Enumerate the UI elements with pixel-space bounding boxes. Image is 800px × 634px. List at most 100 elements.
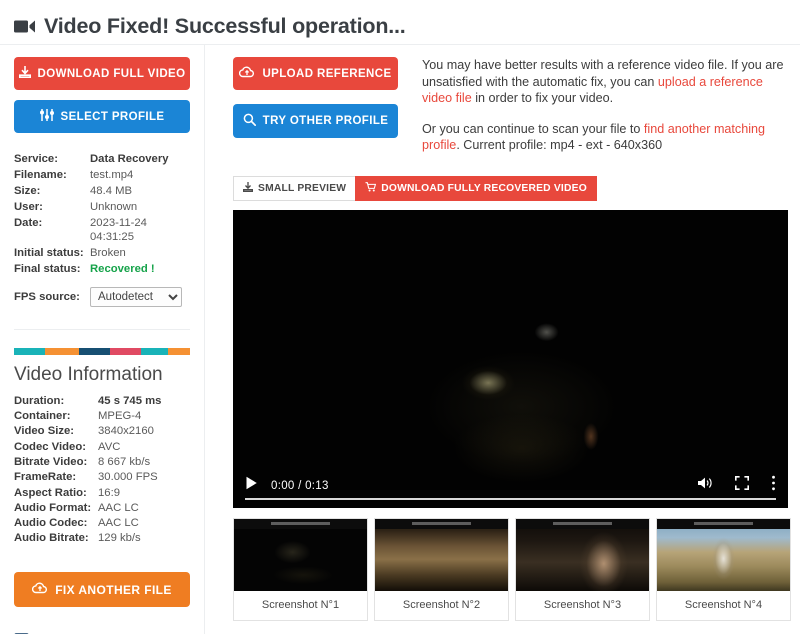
info-row-user: User: Unknown <box>14 201 190 215</box>
download-full-video-label: DOWNLOAD FULL VIDEO <box>37 67 186 80</box>
vi-value: AVC <box>98 440 121 453</box>
vi-value: 8 667 kb/s <box>98 455 151 468</box>
info-row-service: Service: Data Recovery <box>14 153 190 167</box>
video-progress-bar[interactable] <box>245 497 776 500</box>
fix-another-file-label: FIX ANOTHER FILE <box>55 582 172 597</box>
vi-row-bitrate-video: Bitrate Video: 8 667 kb/s <box>14 456 190 470</box>
search-icon <box>243 113 263 129</box>
fix-another-file-wrap: FIX ANOTHER FILE <box>14 572 190 608</box>
fullscreen-icon[interactable] <box>735 476 749 495</box>
notice-paragraph-1: You may have better results with a refer… <box>422 57 794 107</box>
fps-source-select[interactable]: Autodetect <box>90 286 182 307</box>
select-profile-label: SELECT PROFILE <box>60 110 165 123</box>
fps-source-label: FPS source: <box>14 291 80 304</box>
try-other-profile-label: TRY OTHER PROFILE <box>262 115 389 127</box>
sliders-icon <box>39 109 61 124</box>
info-value: 2023-11-24 04:31:25 <box>90 217 147 243</box>
vi-value: 3840x2160 <box>98 425 154 438</box>
vi-row-audio-format: Audio Format: AAC LC <box>14 502 190 516</box>
volume-icon[interactable] <box>697 476 713 495</box>
cloud-upload-icon <box>32 582 55 597</box>
thumbnail-caption-band <box>234 518 367 529</box>
info-row-final-status: Final status: Recovered ! <box>14 263 190 277</box>
select-profile-button[interactable]: SELECT PROFILE <box>14 100 190 133</box>
thumbnail-image <box>375 518 508 591</box>
vi-value: MPEG-4 <box>98 410 142 423</box>
play-icon[interactable] <box>245 476 258 495</box>
thumbnail-caption: Screenshot N°2 <box>402 598 481 611</box>
info-value: test.mp4 <box>90 169 134 182</box>
download-icon <box>243 181 258 195</box>
notice-p2-text2: . Current profile: mp4 - ext - 640x360 <box>456 138 663 152</box>
vi-key: Aspect Ratio: <box>14 486 87 499</box>
sidebar-divider <box>14 328 190 330</box>
vi-value: 45 s 745 ms <box>98 394 162 407</box>
thumbnail-item[interactable]: Screenshot N°1 <box>233 517 368 621</box>
controls-left: 0:00 / 0:13 <box>245 476 329 495</box>
thumbnail-image <box>516 518 649 591</box>
info-value: 48.4 MB <box>90 185 133 198</box>
vi-key: Video Size: <box>14 425 75 438</box>
video-information-list: Duration: 45 s 745 ms Container: MPEG-4 … <box>14 395 190 546</box>
upload-reference-label: UPLOAD REFERENCE <box>262 67 392 80</box>
vi-key: Container: <box>14 410 71 423</box>
thumbnail-item[interactable]: Screenshot N°2 <box>374 517 509 621</box>
info-key: Initial status: <box>14 247 84 260</box>
vi-row-codec-video: Codec Video: AVC <box>14 441 190 455</box>
info-key: Date: <box>14 217 43 230</box>
cart-icon <box>365 181 381 195</box>
sidebar: DOWNLOAD FULL VIDEO SELECT PROFILE Servi… <box>0 45 205 634</box>
video-camera-icon <box>14 19 36 34</box>
vi-value: 129 kb/s <box>98 532 141 545</box>
vi-key: Audio Bitrate: <box>14 532 89 545</box>
thumbnail-caption: Screenshot N°3 <box>543 598 622 611</box>
video-player[interactable]: 0:00 / 0:13 <box>233 209 788 508</box>
decorative-color-bar <box>14 347 190 355</box>
info-key: Size: <box>14 185 41 198</box>
download-icon <box>18 66 38 81</box>
fix-another-file-button[interactable]: FIX ANOTHER FILE <box>14 572 190 608</box>
main-panel: UPLOAD REFERENCE TRY OTHER PROFILE You m… <box>205 45 800 634</box>
vi-row-aspect-ratio: Aspect Ratio: 16:9 <box>14 487 190 501</box>
thumbnail-caption: Screenshot N°4 <box>684 598 763 611</box>
thumbnail-item[interactable]: Screenshot N°3 <box>515 517 650 621</box>
service-info-list: Service: Data Recovery Filename: test.mp… <box>14 153 190 307</box>
thumbnail-caption-band <box>657 518 790 529</box>
try-other-profile-button[interactable]: TRY OTHER PROFILE <box>233 104 398 138</box>
reference-notice: You may have better results with a refer… <box>422 57 794 154</box>
thumbnail-item[interactable]: Screenshot N°4 <box>656 517 791 621</box>
download-full-video-button[interactable]: DOWNLOAD FULL VIDEO <box>14 57 190 90</box>
vi-key: Codec Video: <box>14 440 86 453</box>
upload-reference-button[interactable]: UPLOAD REFERENCE <box>233 57 398 90</box>
thumbnail-caption-band <box>516 518 649 529</box>
download-recovered-label: DOWNLOAD FULLY RECOVERED VIDEO <box>381 182 587 194</box>
vi-key: Audio Codec: <box>14 517 88 530</box>
info-row-date: Date: 2023-11-24 04:31:25 <box>14 217 190 244</box>
vi-value: AAC LC <box>98 517 139 530</box>
video-information-title: Video Information <box>14 363 163 385</box>
vi-key: Audio Format: <box>14 501 92 514</box>
vi-row-duration: Duration: 45 s 745 ms <box>14 395 190 409</box>
vi-value: 16:9 <box>98 486 120 499</box>
download-recovered-button[interactable]: DOWNLOAD FULLY RECOVERED VIDEO <box>355 175 597 201</box>
vi-row-framerate: FrameRate: 30.000 FPS <box>14 471 190 485</box>
info-value: Unknown <box>90 201 138 214</box>
thumbnail-caption: Screenshot N°1 <box>261 598 340 611</box>
info-key: User: <box>14 201 43 214</box>
vi-value: 30.000 FPS <box>98 471 158 484</box>
info-key: Final status: <box>14 263 81 276</box>
vi-row-audio-bitrate: Audio Bitrate: 129 kb/s <box>14 532 190 546</box>
vi-key: FrameRate: <box>14 471 77 484</box>
app-root: Video Fixed! Successful operation... DOW… <box>0 0 800 634</box>
notice-p2-text1: Or you can continue to scan your file to <box>422 121 644 136</box>
small-preview-button[interactable]: SMALL PREVIEW <box>233 175 356 201</box>
info-row-initial-status: Initial status: Broken <box>14 247 190 261</box>
info-row-size: Size: 48.4 MB <box>14 185 190 199</box>
vi-row-audio-codec: Audio Codec: AAC LC <box>14 517 190 531</box>
top-actions: UPLOAD REFERENCE TRY OTHER PROFILE <box>233 57 398 154</box>
info-value: Broken <box>90 247 126 260</box>
notice-p1-text2: in order to fix your video. <box>471 91 614 105</box>
thumbnail-image <box>234 518 367 591</box>
kebab-menu-icon[interactable] <box>771 475 776 496</box>
info-key: Filename: <box>14 169 67 182</box>
